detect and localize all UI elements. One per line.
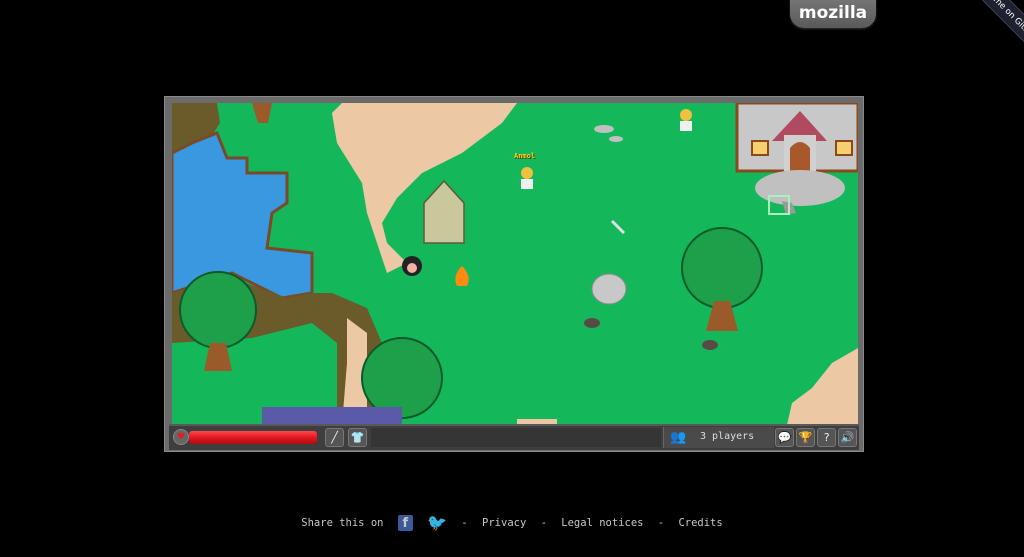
share-label: Share this on — [301, 516, 384, 529]
sword-icon: ╱ — [331, 431, 338, 444]
people-icon: 👥 — [670, 430, 687, 445]
rock — [594, 125, 614, 133]
game-frame: Anmol ♥ ╱ 👕 👥 3 players 💬 🏆 ? 🔊 — [164, 96, 864, 452]
twitter-icon[interactable]: 🐦 — [427, 513, 447, 532]
health-bar — [189, 431, 317, 444]
player-name-tag: Anmol — [514, 152, 536, 160]
tree — [361, 337, 443, 419]
rock — [609, 136, 623, 142]
separator: - — [540, 516, 547, 529]
players-count: 3 players — [700, 431, 755, 442]
population-box[interactable]: 👥 3 players — [663, 427, 774, 448]
chat-area — [371, 428, 661, 447]
speaker-icon: 🔊 — [840, 431, 855, 444]
hud-bar: ♥ ╱ 👕 👥 3 players 💬 🏆 ? 🔊 — [169, 424, 859, 450]
credits-link[interactable]: Credits — [678, 517, 722, 529]
facebook-icon[interactable]: f — [397, 514, 413, 531]
mozilla-tab[interactable]: mozilla — [790, 0, 876, 28]
trophy-icon: 🏆 — [798, 431, 813, 444]
separator: - — [657, 516, 665, 529]
armor-slot[interactable]: 👕 — [348, 428, 367, 447]
privacy-link[interactable]: Privacy — [482, 517, 526, 529]
health-fill — [189, 431, 317, 444]
npc-octocat — [402, 256, 422, 276]
shirt-icon: 👕 — [350, 431, 365, 444]
rat — [702, 340, 718, 350]
sound-button[interactable]: 🔊 — [838, 428, 857, 447]
weapon-slot[interactable]: ╱ — [325, 428, 344, 447]
separator: - — [461, 516, 468, 529]
rat — [584, 318, 600, 328]
legal-notices-link[interactable]: Legal notices — [561, 517, 643, 529]
page: mozilla Fork me on GitHub — [0, 0, 1024, 557]
footer: Share this on f 🐦 - Privacy - Legal noti… — [0, 513, 1024, 532]
boulder — [591, 273, 627, 305]
help-button[interactable]: ? — [817, 428, 836, 447]
game-canvas[interactable]: Anmol — [172, 103, 858, 425]
chat-button[interactable]: 💬 — [775, 428, 794, 447]
chat-bubble-icon: 💬 — [777, 431, 792, 444]
heart-icon: ♥ — [173, 429, 189, 445]
github-ribbon[interactable]: Fork me on GitHub — [951, 0, 1024, 69]
question-icon: ? — [823, 431, 830, 444]
github-ribbon-wrap: Fork me on GitHub — [934, 0, 1024, 90]
achievements-button[interactable]: 🏆 — [796, 428, 815, 447]
stone-wall — [262, 407, 402, 425]
